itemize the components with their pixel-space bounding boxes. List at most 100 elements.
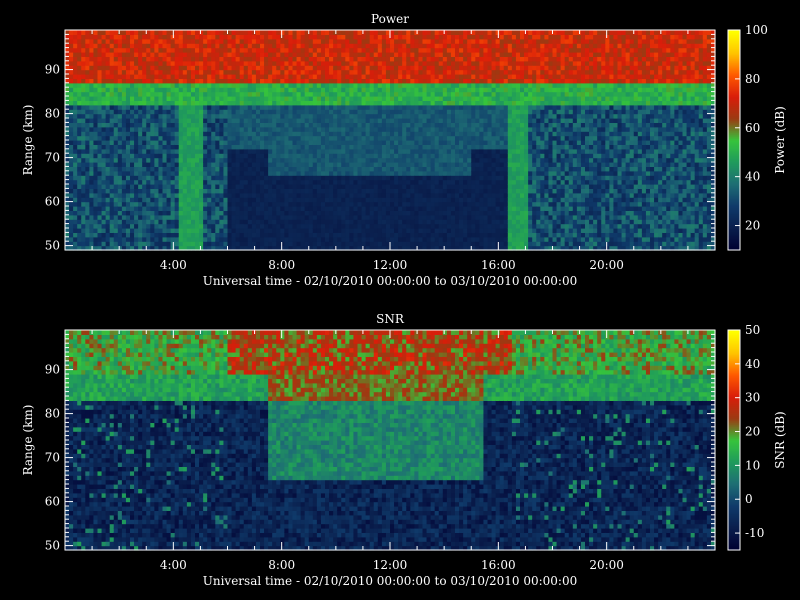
heatmap-cell (446, 166, 452, 172)
heatmap-cell (93, 223, 99, 229)
heatmap-cell (101, 153, 107, 159)
heatmap-cell (353, 228, 359, 233)
heatmap-cell (117, 118, 123, 123)
heatmap-cell (398, 170, 403, 176)
heatmap-cell (288, 135, 294, 141)
heatmap-cell (203, 241, 208, 247)
heatmap-cell (365, 104, 371, 110)
heatmap-cell (113, 192, 119, 198)
heatmap-cell (101, 126, 107, 132)
heatmap-cell (450, 69, 456, 75)
heatmap-cell (280, 122, 285, 128)
heatmap-cell (97, 188, 103, 194)
heatmap-cell (442, 157, 448, 163)
heatmap-cell (459, 56, 464, 62)
heatmap-cell (77, 157, 82, 163)
heatmap-cell (345, 241, 350, 247)
heatmap-cell (69, 157, 74, 163)
heatmap-cell (304, 109, 310, 115)
heatmap-cell (101, 30, 107, 35)
heatmap-cell (402, 153, 407, 159)
heatmap-cell (154, 34, 160, 40)
heatmap-cell (450, 131, 456, 137)
heatmap-cell (320, 197, 326, 203)
heatmap-cell (166, 206, 172, 211)
heatmap-cell (219, 166, 225, 172)
heatmap-cell (93, 140, 99, 145)
heatmap-cell (203, 38, 208, 44)
heatmap-cell (442, 223, 448, 229)
heatmap-cell (77, 109, 82, 115)
heatmap-cell (426, 210, 432, 216)
heatmap-cell (255, 166, 261, 172)
heatmap-cell (109, 188, 115, 194)
heatmap-cell (150, 122, 155, 128)
heatmap-cell (243, 104, 249, 110)
heatmap-cell (97, 175, 103, 181)
heatmap-cell (134, 162, 139, 167)
heatmap-cell (320, 118, 326, 123)
heatmap-cell (329, 153, 334, 159)
heatmap-cell (239, 52, 245, 57)
heatmap-cell (320, 219, 326, 225)
heatmap-cell (121, 74, 127, 79)
heatmap-cell (357, 56, 363, 62)
heatmap-cell (418, 82, 424, 88)
heatmap-cell (402, 135, 407, 141)
heatmap-cell (459, 192, 464, 198)
heatmap-cell (85, 122, 90, 128)
heatmap-cell (223, 241, 229, 247)
heatmap-cell (174, 100, 180, 106)
heatmap-cell (390, 122, 395, 128)
heatmap-cell (101, 241, 107, 247)
heatmap-cell (463, 232, 468, 238)
heatmap-cell (227, 210, 233, 216)
heatmap-cell (455, 210, 460, 216)
heatmap-cell (203, 109, 208, 115)
heatmap-cell (142, 166, 147, 172)
heatmap-cell (239, 43, 245, 49)
heatmap-cell (239, 47, 245, 53)
heatmap-cell (85, 210, 90, 216)
heatmap-cell (434, 91, 440, 97)
heatmap-cell (85, 153, 90, 159)
heatmap-cell (353, 69, 359, 75)
heatmap-cell (414, 206, 420, 211)
heatmap-cell (467, 104, 472, 110)
heatmap-cell (219, 228, 225, 233)
heatmap-cell (113, 228, 119, 233)
heatmap-cell (455, 140, 460, 145)
heatmap-cell (158, 47, 164, 53)
heatmap-cell (260, 113, 265, 119)
heatmap-cell (97, 157, 103, 163)
heatmap-cell (251, 170, 257, 176)
heatmap-cell (422, 157, 428, 163)
heatmap-cell (398, 69, 403, 75)
heatmap-cell (406, 188, 411, 194)
heatmap-cell (390, 78, 395, 84)
heatmap-cell (373, 188, 379, 194)
heatmap-cell (381, 241, 387, 247)
heatmap-cell (243, 30, 249, 35)
heatmap-cell (158, 232, 164, 238)
heatmap-cell (296, 122, 302, 128)
heatmap-cell (402, 184, 407, 189)
heatmap-cell (369, 153, 375, 159)
heatmap-cell (182, 153, 188, 159)
heatmap-cell (178, 56, 184, 62)
heatmap-cell (105, 179, 111, 185)
heatmap-cell (438, 96, 444, 101)
heatmap-cell (369, 228, 375, 233)
heatmap-cell (434, 109, 440, 115)
heatmap-cell (349, 100, 355, 106)
heatmap-cell (300, 47, 306, 53)
heatmap-cell (320, 96, 326, 101)
heatmap-cell (178, 82, 184, 88)
heatmap-cell (373, 34, 379, 40)
heatmap-cell (223, 56, 229, 62)
heatmap-cell (316, 228, 322, 233)
heatmap-cell (81, 30, 86, 35)
heatmap-cell (146, 104, 151, 110)
heatmap-cell (146, 118, 151, 123)
heatmap-cell (158, 104, 164, 110)
